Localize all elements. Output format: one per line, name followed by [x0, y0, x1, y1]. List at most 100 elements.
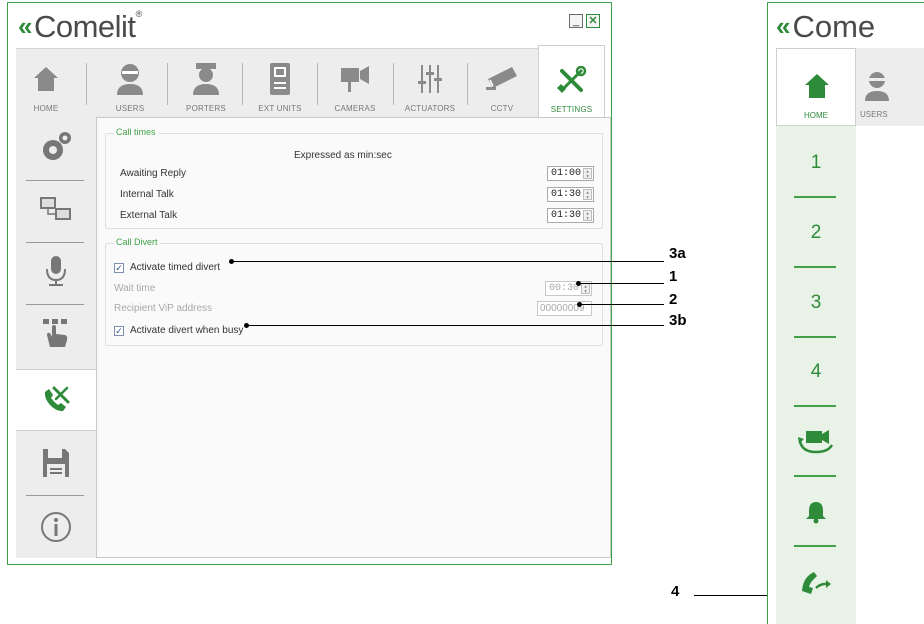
minimize-button[interactable]: _: [569, 14, 583, 28]
toolbar-divider: [393, 63, 394, 105]
tab-porters[interactable]: PORTERS: [171, 49, 241, 118]
sidebar-divider: [26, 242, 84, 243]
settings-sidebar: [16, 117, 96, 558]
callout-3a-line: [232, 261, 664, 262]
sidebar-item-info[interactable]: [16, 501, 96, 553]
external-unit-icon: [270, 63, 290, 95]
internal-talk-spinbox[interactable]: 01:30 ▴ ▾: [547, 187, 594, 202]
trademark-symbol: ®: [135, 9, 143, 19]
tab-cctv[interactable]: CCTV: [468, 49, 536, 118]
save-icon: [43, 449, 69, 477]
user-icon: [117, 64, 143, 95]
toolbar-divider: [242, 63, 243, 105]
tab-cameras[interactable]: CAMERAS: [320, 49, 390, 118]
app-window-secondary: «Come HOME USERS 1 2 3 4: [767, 2, 924, 624]
callout-3b-label: 3b: [669, 312, 687, 329]
user-icon: [865, 72, 889, 101]
tab-cameras-label: CAMERAS: [334, 104, 376, 113]
spin-arrows-icon[interactable]: ▴ ▾: [583, 168, 592, 180]
toolbar-divider: [167, 63, 168, 105]
timed-divert-label: Activate timed divert: [130, 262, 221, 273]
call-times-group: Call times Expressed as min:sec Awaiting…: [105, 127, 603, 229]
tab-cctv-label: CCTV: [490, 104, 514, 113]
tab-users-label: USERS: [860, 110, 888, 119]
settings-icon: [556, 66, 586, 93]
tab-users-label: USERS: [115, 104, 145, 113]
time-format-note: Expressed as min:sec: [294, 150, 392, 161]
sidebar-item-general[interactable]: [16, 121, 96, 173]
sidebar-divider: [794, 475, 836, 477]
tab-ext-units-label: EXT UNITS: [258, 104, 302, 113]
callout-1-line: [579, 283, 664, 284]
sidebar-item-call-forward[interactable]: [776, 558, 856, 606]
callout-2-label: 2: [669, 291, 678, 308]
app-window: «Comelit® _ ✕ HOME USERS PORTERS EXT UNI…: [7, 2, 612, 565]
wait-time-label: Wait time: [114, 283, 156, 294]
tab-actuators[interactable]: ACTUATORS: [395, 49, 465, 118]
sidebar-item-call-divert[interactable]: [16, 369, 96, 431]
sidebar-divider: [794, 405, 836, 407]
sidebar-item-2[interactable]: 2: [776, 209, 856, 257]
callout-2-line: [580, 304, 664, 305]
sidebar-item-bell[interactable]: [776, 488, 856, 536]
comelit-logo: «Comelit®: [18, 9, 143, 44]
bell-icon: [806, 502, 826, 524]
sidebar-divider: [794, 196, 836, 198]
sidebar-item-1[interactable]: 1: [776, 139, 856, 187]
tab-settings[interactable]: SETTINGS: [538, 45, 605, 118]
tab-home-label: HOME: [33, 104, 59, 113]
tab-users[interactable]: USERS: [860, 48, 924, 126]
external-talk-spinbox[interactable]: 01:30 ▴ ▾: [547, 208, 594, 223]
settings-content: Call times Expressed as min:sec Awaiting…: [96, 117, 611, 558]
sidebar-item-network[interactable]: [16, 183, 96, 235]
brand-name-cropped: Come: [792, 9, 876, 44]
call-divert-title: Call Divert: [114, 237, 160, 247]
spin-arrows-icon[interactable]: ▴ ▾: [581, 283, 590, 295]
sidebar-divider: [26, 180, 84, 181]
network-icon: [40, 197, 71, 220]
timed-divert-checkbox[interactable]: ✓: [114, 263, 124, 273]
tab-ext-units[interactable]: EXT UNITS: [245, 49, 315, 118]
tab-home[interactable]: HOME: [16, 49, 76, 118]
sidebar-item-camera-switch[interactable]: [776, 416, 856, 464]
external-talk-label: External Talk: [120, 210, 178, 221]
actuator-icon: [418, 65, 442, 93]
callout-1-label: 1: [669, 268, 678, 285]
awaiting-reply-label: Awaiting Reply: [120, 168, 186, 179]
call-divert-icon: [44, 386, 70, 412]
spin-arrows-icon[interactable]: ▴ ▾: [583, 189, 592, 201]
sidebar-item-3[interactable]: 3: [776, 279, 856, 327]
info-icon: [41, 512, 71, 542]
sidebar-divider: [794, 336, 836, 338]
tab-home[interactable]: HOME: [776, 48, 856, 126]
brand-name: Comelit: [33, 9, 136, 44]
busy-divert-checkbox[interactable]: ✓: [114, 326, 124, 336]
porter-icon: [193, 63, 219, 95]
touch-icon: [43, 319, 68, 347]
awaiting-reply-spinbox[interactable]: 01:00 ▴ ▾: [547, 166, 594, 181]
main-toolbar: HOME USERS PORTERS EXT UNITS CAMERAS ACT…: [16, 45, 605, 118]
home-icon: [34, 67, 58, 91]
sidebar-item-touch[interactable]: [16, 307, 96, 359]
sidebar-item-audio[interactable]: [16, 245, 96, 297]
sidebar-divider: [794, 545, 836, 547]
screenshot-stage: «Comelit® _ ✕ HOME USERS PORTERS EXT UNI…: [0, 0, 924, 624]
home-icon: [805, 74, 829, 98]
tab-users[interactable]: USERS: [94, 49, 166, 118]
close-button[interactable]: ✕: [586, 14, 600, 28]
secondary-toolbar: HOME USERS: [776, 48, 924, 126]
sidebar-item-4[interactable]: 4: [776, 348, 856, 396]
camera-switch-icon: [798, 430, 834, 454]
call-forward-icon: [802, 572, 831, 594]
sidebar-divider: [26, 495, 84, 496]
call-divert-group: Call Divert ✓ Activate timed divert Wait…: [105, 237, 603, 346]
tab-settings-label: SETTINGS: [550, 105, 593, 114]
internal-talk-value: 01:30: [551, 189, 582, 200]
callout-3a-label: 3a: [669, 245, 686, 262]
tab-actuators-label: ACTUATORS: [404, 104, 456, 113]
sidebar-item-save[interactable]: [16, 437, 96, 489]
spin-arrows-icon[interactable]: ▴ ▾: [583, 210, 592, 222]
callout-3b-line: [247, 325, 664, 326]
sidebar-divider: [26, 304, 84, 305]
microphone-icon: [46, 256, 66, 286]
